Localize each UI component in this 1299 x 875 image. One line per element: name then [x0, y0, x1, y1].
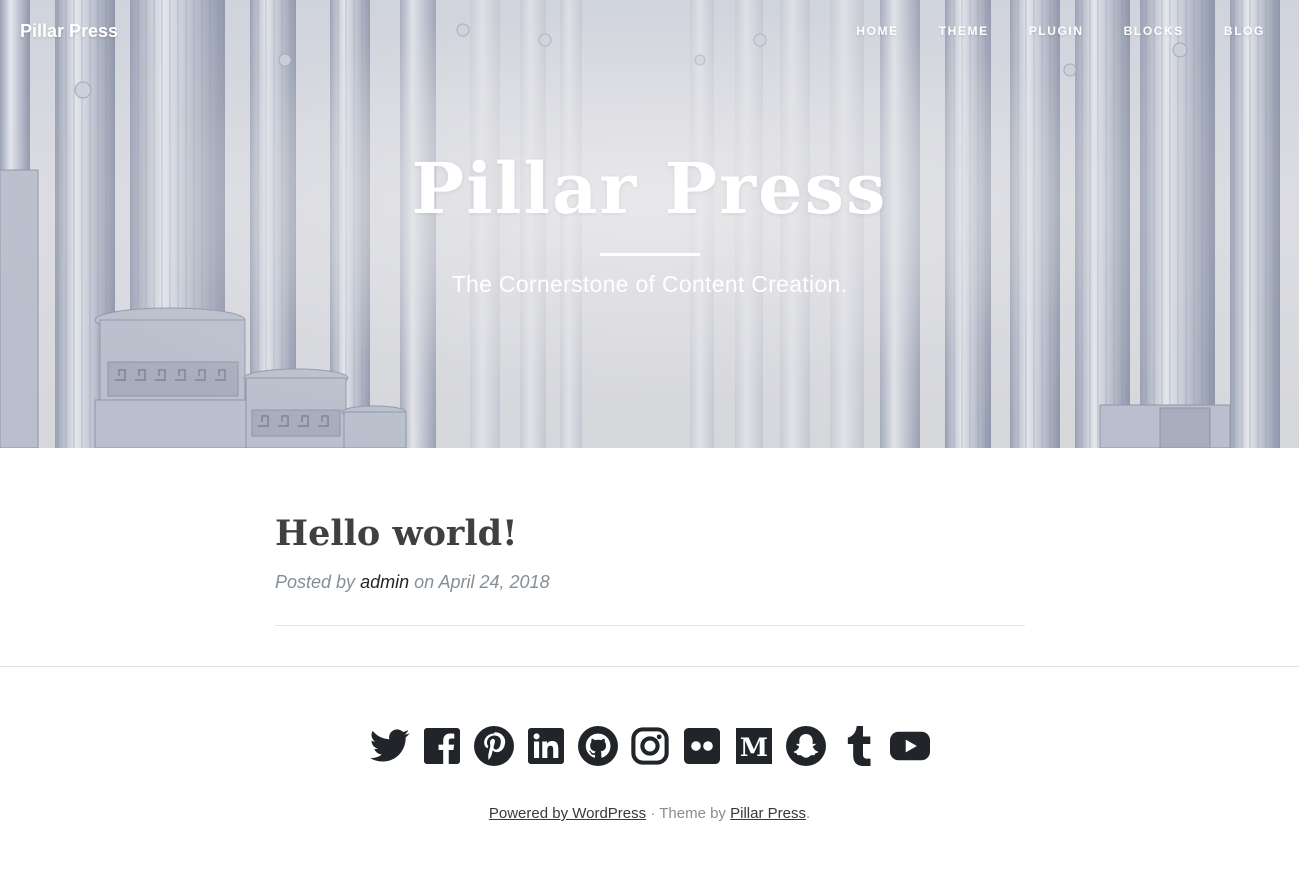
post-title-link[interactable]: Hello world! — [275, 510, 1025, 558]
post-divider — [275, 625, 1025, 626]
youtube-icon[interactable] — [889, 724, 930, 768]
post-meta-on: on — [414, 572, 435, 592]
nav-theme[interactable]: THEME — [919, 24, 1009, 38]
title-divider — [599, 253, 700, 256]
footer-divider — [0, 666, 1299, 667]
brand-link[interactable]: Pillar Press — [20, 21, 118, 42]
snapchat-icon[interactable] — [785, 724, 826, 768]
nav-plugin[interactable]: PLUGIN — [1009, 24, 1104, 38]
powered-by-link[interactable]: Powered by WordPress — [489, 805, 646, 822]
social-links: M — [0, 724, 1299, 768]
top-navbar: Pillar Press HOME THEME PLUGIN BLOCKS BL… — [0, 0, 1299, 62]
flickr-icon[interactable] — [682, 724, 722, 768]
post-date: April 24, 2018 — [438, 572, 550, 592]
site-tagline: The Cornerstone of Content Creation. — [451, 271, 848, 297]
tumblr-icon[interactable] — [838, 724, 878, 768]
svg-text:M: M — [739, 733, 767, 763]
nav-blog[interactable]: BLOG — [1204, 24, 1279, 38]
credits-period: . — [805, 805, 811, 822]
facebook-icon[interactable] — [422, 724, 462, 768]
theme-by-label: Theme by — [659, 805, 726, 822]
nav-home[interactable]: HOME — [836, 24, 918, 38]
linkedin-icon[interactable] — [526, 724, 566, 768]
post-meta-prefix: Posted by — [275, 572, 356, 592]
nav-blocks[interactable]: BLOCKS — [1104, 24, 1204, 38]
post-meta: Posted by admin on April 24, 2018 — [275, 572, 1025, 593]
site-heading: Pillar Press The Cornerstone of Content … — [0, 145, 1299, 298]
credits-separator: · — [650, 805, 656, 822]
github-icon[interactable] — [577, 724, 618, 768]
footer-credits: Powered by WordPress · Theme by Pillar P… — [0, 805, 1299, 822]
hero-header: Pillar Press HOME THEME PLUGIN BLOCKS BL… — [0, 0, 1299, 448]
medium-icon[interactable]: M — [734, 724, 774, 768]
post-preview: Hello world! Posted by admin on April 24… — [275, 510, 1025, 593]
post-author-link[interactable]: admin — [360, 572, 409, 592]
theme-author-link[interactable]: Pillar Press — [730, 805, 806, 822]
pinterest-icon[interactable] — [473, 724, 514, 768]
twitter-icon[interactable] — [369, 724, 410, 768]
instagram-icon[interactable] — [630, 724, 670, 768]
main-menu: HOME THEME PLUGIN BLOCKS BLOG — [836, 24, 1279, 38]
site-title: Pillar Press — [411, 147, 888, 230]
